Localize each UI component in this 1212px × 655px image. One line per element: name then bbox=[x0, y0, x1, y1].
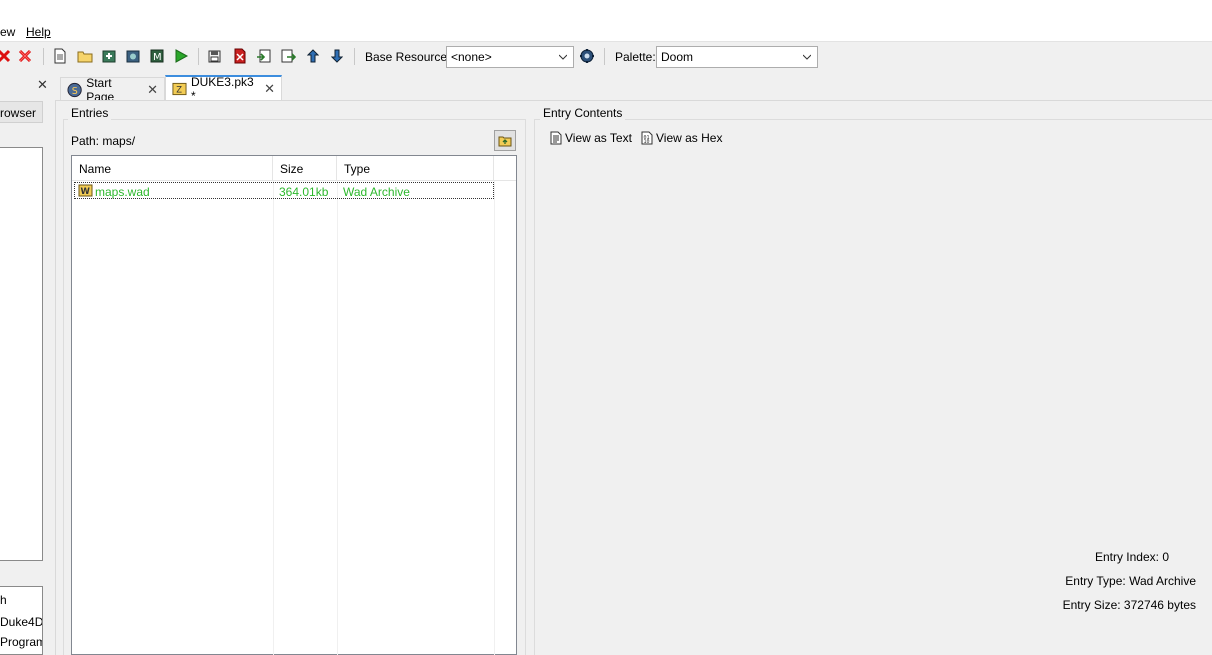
column-header-label: Name bbox=[79, 162, 112, 176]
close-icon[interactable] bbox=[0, 48, 12, 64]
column-divider bbox=[273, 181, 274, 655]
new-folder-icon[interactable] bbox=[77, 48, 93, 64]
svg-text:S: S bbox=[72, 85, 78, 96]
recent-files-list[interactable]: h Duke4D Program bbox=[0, 586, 43, 655]
left-panel: ✕ rowser h Duke4D Program bbox=[0, 72, 52, 655]
svg-text:10: 10 bbox=[644, 139, 650, 145]
delete-entry-icon[interactable] bbox=[232, 48, 248, 64]
path-label: Path: maps/ bbox=[71, 134, 136, 148]
chevron-down-icon bbox=[559, 54, 567, 60]
close-icon[interactable]: ✕ bbox=[264, 81, 275, 97]
entry-list-header: Name Size Type bbox=[72, 156, 516, 181]
import-files-icon[interactable] bbox=[125, 48, 141, 64]
toolbar-separator bbox=[43, 48, 44, 65]
palette-value: Doom bbox=[661, 50, 694, 64]
save-entry-icon[interactable] bbox=[207, 48, 223, 64]
palette-label: Palette: bbox=[615, 50, 656, 64]
menu-view[interactable]: ew bbox=[0, 25, 15, 39]
entry-type-info: Entry Type: Wad Archive bbox=[1065, 574, 1196, 588]
slade-icon: S bbox=[67, 82, 82, 97]
entry-list[interactable]: Name Size Type W maps.wad 364.01kb Wad A… bbox=[71, 155, 517, 655]
base-resource-value: <none> bbox=[451, 50, 492, 64]
entry-index: Entry Index: 0 bbox=[1094, 550, 1169, 564]
gear-icon[interactable] bbox=[579, 48, 595, 64]
move-down-icon[interactable] bbox=[329, 48, 345, 64]
svg-text:M: M bbox=[153, 52, 162, 63]
chevron-down-icon bbox=[803, 54, 811, 60]
column-header-label: Size bbox=[280, 162, 304, 176]
document-tabs: S Start Page ✕ Z DUKE3.pk3 * ✕ bbox=[55, 72, 1212, 104]
close-icon[interactable]: ✕ bbox=[147, 82, 158, 98]
menu-help[interactable]: Help bbox=[26, 25, 51, 39]
palette-select[interactable]: Doom bbox=[656, 46, 818, 68]
entry-size: 364.01kb bbox=[279, 185, 329, 199]
table-row[interactable]: W maps.wad 364.01kb Wad Archive bbox=[74, 182, 494, 199]
list-item[interactable]: h bbox=[0, 593, 7, 607]
view-as-hex-button[interactable]: 01 10 View as Hex bbox=[641, 131, 722, 145]
import-icon[interactable] bbox=[101, 48, 117, 64]
text-file-icon bbox=[550, 131, 562, 145]
move-up-icon[interactable] bbox=[305, 48, 321, 64]
entry-name: maps.wad bbox=[95, 185, 150, 199]
column-header-name[interactable]: Name bbox=[72, 156, 273, 181]
column-header-size[interactable]: Size bbox=[273, 156, 337, 181]
column-divider bbox=[337, 181, 338, 655]
toolbar: M Base Resource: <none> Palette: Doom bbox=[0, 43, 1212, 71]
export-as-icon[interactable] bbox=[280, 48, 296, 64]
view-as-text-label: View as Text bbox=[565, 131, 632, 145]
view-as-hex-label: View as Hex bbox=[656, 131, 723, 145]
menu-bar: ew Help bbox=[0, 0, 1212, 42]
export-icon[interactable] bbox=[256, 48, 272, 64]
svg-text:Z: Z bbox=[176, 85, 182, 95]
column-divider bbox=[494, 181, 495, 655]
base-resource-label: Base Resource: bbox=[365, 50, 451, 64]
column-header-label: Type bbox=[344, 162, 371, 176]
entries-group-title: Entries bbox=[68, 106, 112, 120]
toolbar-separator bbox=[354, 48, 355, 65]
entry-size-info: Entry Size: 372746 bytes bbox=[1062, 598, 1196, 612]
column-header-type[interactable]: Type bbox=[337, 156, 494, 181]
toolbar-separator bbox=[198, 48, 199, 65]
toolbar-separator bbox=[604, 48, 605, 65]
view-as-text-button[interactable]: View as Text bbox=[550, 131, 632, 145]
archive-list[interactable] bbox=[0, 147, 43, 561]
base-resource-select[interactable]: <none> bbox=[446, 46, 574, 68]
tab-browser-label: rowser bbox=[0, 106, 37, 120]
list-item[interactable]: Program bbox=[0, 635, 42, 649]
up-directory-button[interactable] bbox=[494, 130, 516, 151]
tab-browser[interactable]: rowser bbox=[0, 101, 43, 123]
folder-up-icon bbox=[498, 136, 512, 147]
run-icon[interactable] bbox=[173, 48, 189, 64]
zip-archive-icon: Z bbox=[172, 82, 187, 96]
close-icon[interactable]: ✕ bbox=[37, 77, 48, 93]
map-icon[interactable]: M bbox=[149, 48, 165, 64]
svg-text:W: W bbox=[81, 187, 91, 197]
tab-start-page[interactable]: S Start Page ✕ bbox=[60, 76, 165, 104]
tab-duke3-pk3-label: DUKE3.pk3 * bbox=[190, 75, 254, 103]
entry-type: Wad Archive bbox=[343, 185, 410, 199]
wad-archive-icon: W bbox=[78, 184, 93, 197]
new-entry-icon[interactable] bbox=[52, 48, 68, 64]
list-item[interactable]: Duke4D bbox=[0, 615, 42, 629]
close-all-icon[interactable] bbox=[17, 48, 33, 64]
entry-contents-group-title: Entry Contents bbox=[540, 106, 626, 120]
tab-duke3-pk3[interactable]: Z DUKE3.pk3 * ✕ bbox=[165, 75, 282, 103]
hex-file-icon: 0110 bbox=[641, 131, 653, 145]
